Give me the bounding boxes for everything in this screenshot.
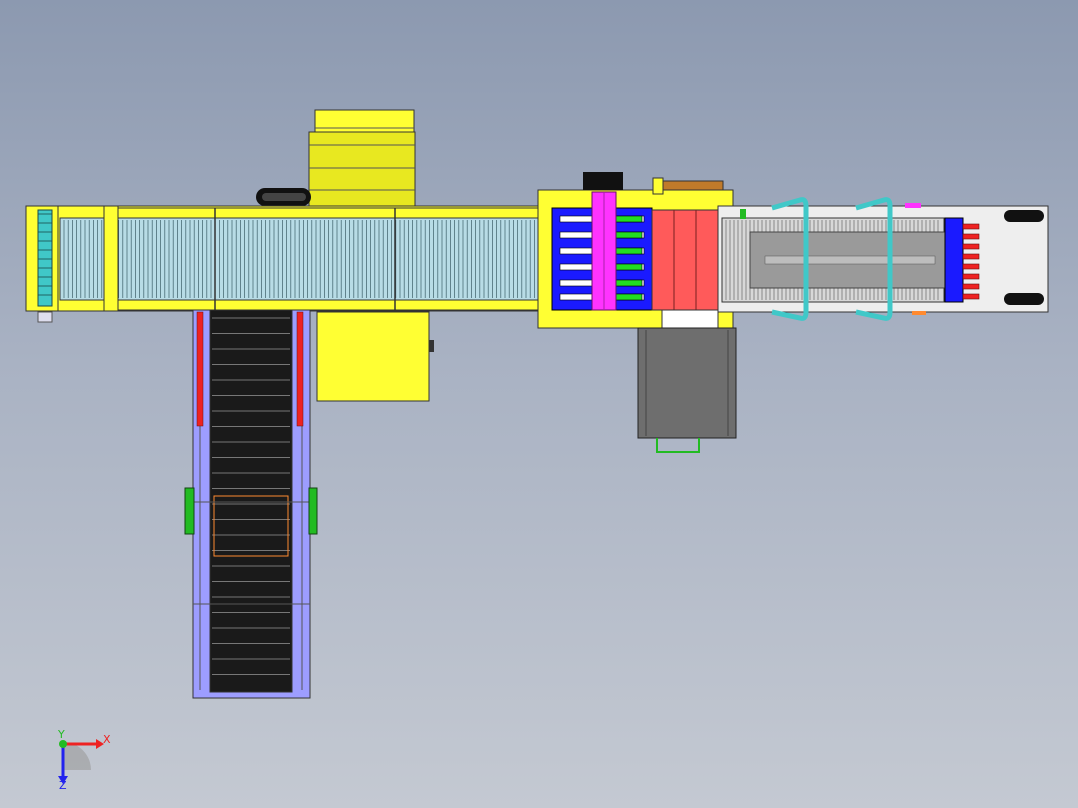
right-pneumatic-cylinder[interactable]	[296, 311, 304, 427]
drive-motor[interactable]	[637, 327, 737, 453]
conveyor-assembly-drawing[interactable]: X Y Z	[0, 0, 1078, 808]
left-pneumatic-cylinder[interactable]	[196, 311, 204, 427]
left-end-roller[interactable]	[37, 209, 53, 323]
cad-viewport[interactable]: X Y Z	[0, 0, 1078, 808]
right-green-bracket	[308, 487, 318, 535]
magenta-drive-shaft[interactable]	[591, 191, 617, 311]
triad-plane-icon	[63, 742, 91, 770]
lower-hopper[interactable]	[316, 311, 434, 402]
y-axis-origin-icon	[59, 740, 67, 748]
y-axis-label: Y	[57, 728, 65, 741]
vertical-conveyor[interactable]	[192, 309, 311, 699]
upper-motor-shaft	[256, 188, 311, 206]
x-axis-label: X	[103, 733, 111, 746]
output-conveyor[interactable]	[717, 205, 1049, 313]
main-conveyor[interactable]	[25, 205, 557, 312]
coordinate-triad: X Y Z	[57, 728, 111, 792]
upper-hopper[interactable]	[308, 109, 416, 211]
red-press-block[interactable]	[651, 209, 719, 329]
z-axis-label: Z	[59, 779, 67, 792]
left-green-bracket	[184, 487, 195, 535]
